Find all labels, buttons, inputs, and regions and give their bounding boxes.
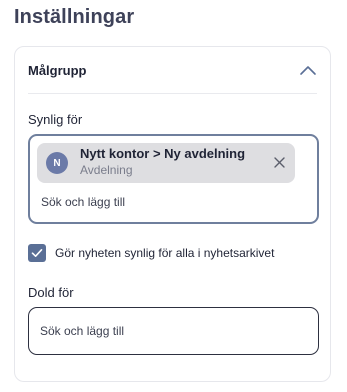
visible-for-search-input[interactable]: [41, 195, 281, 209]
visible-for-label: Synlig för: [28, 112, 83, 127]
visible-for-field[interactable]: N Nytt kontor > Ny avdelning Avdelning: [28, 134, 319, 224]
hidden-for-search-input[interactable]: [40, 324, 300, 338]
archive-checkbox[interactable]: [28, 244, 46, 262]
avatar: N: [46, 152, 68, 174]
audience-card: Målgrupp Synlig för N Nytt kontor > Ny a…: [14, 46, 331, 382]
close-icon[interactable]: [273, 156, 286, 169]
audience-chip: N Nytt kontor > Ny avdelning Avdelning: [37, 143, 295, 183]
checkmark-icon: [31, 248, 43, 257]
divider: [28, 93, 317, 94]
chip-subtitle: Avdelning: [80, 163, 133, 177]
page-title: Inställningar: [14, 6, 135, 28]
archive-option-label: Gör nyheten synlig för alla i nyhetsarki…: [55, 246, 275, 260]
section-title: Målgrupp: [28, 63, 87, 78]
chevron-up-icon[interactable]: [298, 63, 318, 77]
hidden-for-label: Dold för: [28, 285, 74, 300]
section-header-malgrupp[interactable]: Målgrupp: [15, 47, 330, 95]
hidden-for-field[interactable]: [28, 307, 319, 355]
chip-title: Nytt kontor > Ny avdelning: [80, 146, 246, 161]
archive-option-row[interactable]: Gör nyheten synlig för alla i nyhetsarki…: [28, 243, 274, 263]
